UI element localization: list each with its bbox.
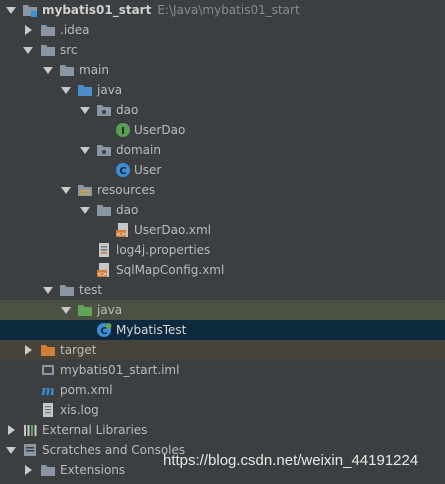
tree-row-userdao[interactable]: I UserDao <box>0 120 445 140</box>
tree-row-project[interactable]: mybatis01_start E:\Java\mybatis01_start <box>0 0 445 20</box>
tree-row-sqlmapconfig[interactable]: <> SqlMapConfig.xml <box>0 260 445 280</box>
chevron-down-icon[interactable] <box>78 140 92 160</box>
chevron-down-icon[interactable] <box>78 200 92 220</box>
tree-item-label: Extensions <box>60 463 126 477</box>
class-icon: C <box>115 162 131 178</box>
svg-text:<>: <> <box>97 271 107 278</box>
libraries-icon <box>22 422 38 438</box>
chevron-down-icon[interactable] <box>4 0 18 20</box>
iml-file-icon <box>40 362 56 378</box>
tree-item-label: target <box>60 343 97 357</box>
svg-text:C: C <box>119 166 126 177</box>
text-file-icon <box>40 402 56 418</box>
scratches-icon <box>22 442 38 458</box>
tree-row-pom[interactable]: m pom.xml <box>0 380 445 400</box>
folder-icon <box>59 282 75 298</box>
tree-row-iml[interactable]: mybatis01_start.iml <box>0 360 445 380</box>
tree-row-test-java[interactable]: java <box>0 300 445 320</box>
chevron-down-icon[interactable] <box>41 280 55 300</box>
watermark-text: https://blog.csdn.net/weixin_44191224 <box>163 452 419 469</box>
chevron-right-icon[interactable] <box>21 340 35 360</box>
tree-row-idea[interactable]: .idea <box>0 20 445 40</box>
chevron-down-icon[interactable] <box>59 180 73 200</box>
tree-row-mybatistest[interactable]: C MybatisTest <box>0 320 445 340</box>
package-icon <box>96 142 112 158</box>
source-folder-icon <box>77 82 93 98</box>
package-icon <box>96 102 112 118</box>
tree-row-dao-folder[interactable]: dao <box>0 200 445 220</box>
resources-folder-icon <box>77 182 93 198</box>
tree-row-target[interactable]: target <box>0 340 445 360</box>
tree-row-test[interactable]: test <box>0 280 445 300</box>
chevron-down-icon[interactable] <box>21 40 35 60</box>
module-folder-icon <box>22 2 38 18</box>
tree-item-label: pom.xml <box>60 383 113 397</box>
interface-icon: I <box>115 122 131 138</box>
tree-item-label: UserDao.xml <box>134 223 212 237</box>
project-name-label: mybatis01_start E:\Java\mybatis01_start <box>42 0 300 20</box>
tree-item-label: dao <box>116 203 139 217</box>
tree-row-xislog[interactable]: xis.log <box>0 400 445 420</box>
tree-item-label: log4j.properties <box>116 243 211 257</box>
tree-row-main-java[interactable]: java <box>0 80 445 100</box>
chevron-right-icon[interactable] <box>4 420 18 440</box>
test-source-folder-icon <box>77 302 93 318</box>
chevron-down-icon[interactable] <box>41 60 55 80</box>
tree-item-label: main <box>79 63 109 77</box>
tree-item-label: resources <box>97 183 156 197</box>
tree-item-label: java <box>97 83 123 97</box>
tree-item-label: java <box>97 303 123 317</box>
tree-row-userdao-xml[interactable]: <> UserDao.xml <box>0 220 445 240</box>
chevron-down-icon[interactable] <box>59 80 73 100</box>
folder-icon <box>40 42 56 58</box>
chevron-down-icon[interactable] <box>4 440 18 460</box>
properties-file-icon <box>96 242 112 258</box>
chevron-down-icon[interactable] <box>78 100 92 120</box>
excluded-folder-icon <box>40 342 56 358</box>
tree-item-label: mybatis01_start.iml <box>60 363 180 377</box>
tree-row-main[interactable]: main <box>0 60 445 80</box>
xml-file-icon: <> <box>96 262 112 278</box>
tree-item-label: External Libraries <box>42 423 148 437</box>
tree-item-label: xis.log <box>60 403 99 417</box>
tree-item-label: UserDao <box>134 123 186 137</box>
svg-text:<>: <> <box>116 231 126 238</box>
tree-item-label: MybatisTest <box>116 323 187 337</box>
folder-icon <box>40 462 56 478</box>
folder-icon <box>40 22 56 38</box>
tree-row-dao-package[interactable]: dao <box>0 100 445 120</box>
tree-item-label: .idea <box>60 23 90 37</box>
tree-item-label: User <box>134 163 162 177</box>
folder-icon <box>96 202 112 218</box>
tree-item-label: dao <box>116 103 139 117</box>
svg-text:I: I <box>121 126 125 137</box>
test-class-icon: C <box>96 322 112 338</box>
folder-icon <box>59 62 75 78</box>
tree-item-label: src <box>60 43 78 57</box>
tree-row-log4j[interactable]: log4j.properties <box>0 240 445 260</box>
tree-row-src[interactable]: src <box>0 40 445 60</box>
svg-text:m: m <box>41 384 55 398</box>
tree-item-label: domain <box>116 143 161 157</box>
tree-row-user[interactable]: C User <box>0 160 445 180</box>
maven-icon: m <box>40 382 56 399</box>
tree-row-domain-package[interactable]: domain <box>0 140 445 160</box>
tree-item-label: test <box>79 283 103 297</box>
chevron-right-icon[interactable] <box>21 460 35 480</box>
project-path: E:\Java\mybatis01_start <box>157 3 300 17</box>
tree-row-external-libraries[interactable]: External Libraries <box>0 420 445 440</box>
chevron-right-icon[interactable] <box>21 20 35 40</box>
tree-item-label: SqlMapConfig.xml <box>116 263 225 277</box>
xml-file-icon: <> <box>115 222 131 238</box>
chevron-down-icon[interactable] <box>59 300 73 320</box>
project-name: mybatis01_start <box>42 3 152 17</box>
project-tree: mybatis01_start E:\Java\mybatis01_start .… <box>0 0 445 480</box>
tree-row-resources[interactable]: resources <box>0 180 445 200</box>
